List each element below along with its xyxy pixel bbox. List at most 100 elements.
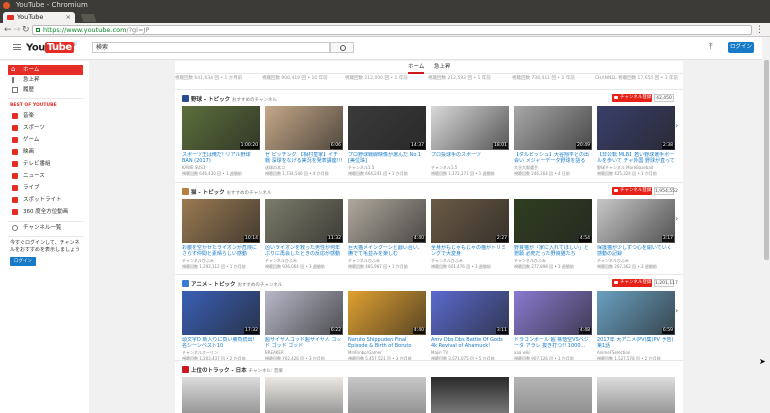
- shelf-title[interactable]: 猫 - トピック おすすめのチャンネル: [182, 188, 271, 196]
- video-thumbnail[interactable]: 3:11: [431, 291, 509, 335]
- video-stats: 視聴回数 1,293,112 回 • 1 か月前: [182, 264, 246, 269]
- video-thumbnail[interactable]: [597, 377, 675, 413]
- video-channel[interactable]: AnimeFSelection: [597, 350, 675, 355]
- subscribe-button[interactable]: チャンネル登録: [612, 279, 652, 287]
- video-thumbnail[interactable]: [265, 377, 343, 413]
- video-title[interactable]: お腹を空かせたライオンが危険にさらす仲間と素晴らしい感動: [182, 245, 260, 257]
- sidebar-item-movies[interactable]: 映画: [8, 147, 83, 157]
- video-channel[interactable]: KAWE SUS3: [182, 165, 260, 170]
- shelf-title[interactable]: 上位のトラック - 日本 チャンネル: 音楽: [182, 366, 283, 374]
- video-title[interactable]: 保護猫が少しずつ心を開いていく感動の記録: [597, 245, 675, 257]
- sidebar-item-live[interactable]: ライブ: [8, 183, 83, 193]
- forward-icon[interactable]: →: [13, 25, 21, 35]
- sidebar-item-news[interactable]: ニュース: [8, 171, 83, 181]
- sidebar-login-button[interactable]: ログイン: [10, 257, 36, 266]
- shelf-subtitle: おすすめのチャンネル: [232, 98, 277, 103]
- shelf-divider: [175, 274, 683, 275]
- video-stats: 視聴回数 212,593 回 • 1 年前: [428, 76, 491, 81]
- video-channel[interactable]: BREAKER: [265, 350, 343, 355]
- video-title[interactable]: ゼ ピッチング 【相村皇家】イチ戦 深球をなげる実況を発表講座!!!: [265, 152, 343, 164]
- video-title[interactable]: ドラゴンボール 超 孫悟空VSベジータ アラレ 抜き打つ!! 1000...: [514, 337, 592, 349]
- video-thumbnail[interactable]: 4:40: [348, 291, 426, 335]
- next-arrow-icon[interactable]: ›: [675, 121, 678, 130]
- video-title[interactable]: Amv Dbs Dbs Battle Of Gods 4k Revival of…: [431, 337, 509, 349]
- close-tab-icon[interactable]: ×: [66, 12, 71, 23]
- scrollbar-thumb[interactable]: [764, 60, 769, 260]
- signin-promo-text: 今すぐログインして、チャンネルをおすすめを表示しましょう: [10, 240, 81, 253]
- upload-icon[interactable]: ⤒: [709, 42, 713, 52]
- video-thumbnail[interactable]: 10:14: [182, 199, 260, 243]
- video-thumbnail[interactable]: [182, 377, 260, 413]
- video-thumbnail[interactable]: 4:54: [514, 199, 592, 243]
- video-title[interactable]: 頭文字D 新入りに負い勝負続出！ 名シーンベスト10: [182, 337, 260, 349]
- video-thumbnail[interactable]: 14:37: [348, 106, 426, 150]
- video-thumbnail[interactable]: [514, 377, 592, 413]
- new-tab-button[interactable]: [80, 14, 97, 22]
- video-title[interactable]: 全身がもじゃもじゃの猫がトリミングで大変身: [431, 245, 509, 257]
- video-thumbnail[interactable]: 1:00:20: [182, 106, 260, 150]
- video-title[interactable]: スポーツ王は俺だ! リアル野球BAN (2017): [182, 152, 260, 164]
- sidebar-item-gaming[interactable]: ゲーム: [8, 135, 83, 145]
- back-icon[interactable]: ←: [4, 25, 12, 35]
- sidebar-item-spotlight[interactable]: スポットライト: [8, 195, 83, 205]
- next-arrow-icon[interactable]: ›: [675, 306, 678, 315]
- video-channel[interactable]: aaa wiki: [514, 350, 592, 355]
- video-thumbnail[interactable]: 6:06: [265, 106, 343, 150]
- video-thumbnail[interactable]: 6:22: [265, 291, 343, 335]
- tab-trending[interactable]: 急上昇: [434, 61, 451, 74]
- video-title[interactable]: 2017年 大アニメ(PV)集(PV 予告) 第1話: [597, 337, 675, 349]
- search-input[interactable]: 検索: [92, 42, 330, 53]
- video-title[interactable]: 【非公転 MLB】若い野球選手ボールを歩いて チャ外国 野球が直っている!: [597, 152, 675, 164]
- sidebar-item-tv[interactable]: テレビ番組: [8, 159, 83, 169]
- gaming-icon: [12, 137, 18, 143]
- sidebar-item-history[interactable]: 履歴: [8, 85, 83, 95]
- video-title[interactable]: 超サイヤ人ゴッド超サイヤ人 ゴッド ゴッド ゴッド: [265, 337, 343, 349]
- video-title[interactable]: 【ダルビッシュ】大谷翔平との出会い メジャーデータ野球を語る: [514, 152, 592, 164]
- sidebar-item-channels[interactable]: チャンネル一覧: [8, 223, 83, 233]
- youtube-logo[interactable]: You Tube JP: [26, 42, 77, 54]
- address-bar[interactable]: https://www.youtube.com/?gl=JP: [32, 25, 752, 35]
- subscribe-button[interactable]: チャンネル登録: [612, 187, 652, 195]
- video-title[interactable]: プロ野球戦線映像が選んだ No.1 [美位珠]: [348, 152, 426, 164]
- video-thumbnail[interactable]: 4:40: [348, 199, 426, 243]
- sidebar-item-home[interactable]: ホーム: [8, 64, 83, 75]
- guide-menu-icon[interactable]: [13, 44, 21, 50]
- add-circle-icon: [12, 225, 18, 231]
- video-title[interactable]: 凶いライオンを救った男性が何年ぶりに再会したときの反応が感動的: [265, 245, 343, 257]
- subscribe-button[interactable]: チャンネル登録: [612, 94, 652, 102]
- video-thumbnail[interactable]: [348, 377, 426, 413]
- video-thumbnail[interactable]: 20:49: [514, 106, 592, 150]
- video-thumbnail[interactable]: 3:17: [597, 199, 675, 243]
- shelf-title[interactable]: アニメ - トピック おすすめのチャンネル: [182, 280, 282, 288]
- video-thumbnail[interactable]: 11:32: [265, 199, 343, 243]
- login-button[interactable]: ログイン: [728, 42, 754, 53]
- video-thumbnail[interactable]: 2:27: [431, 199, 509, 243]
- sidebar-item-music[interactable]: 音楽: [8, 111, 83, 121]
- sidebar-item-sports[interactable]: スポーツ: [8, 123, 83, 133]
- tab-home[interactable]: ホーム: [408, 61, 425, 74]
- browser-menu-icon[interactable]: ⋮: [755, 25, 764, 35]
- shelf-title[interactable]: 野球 - トピック おすすめのチャンネル: [182, 95, 277, 103]
- sidebar-item-360[interactable]: 360 度全方位動画: [8, 207, 83, 217]
- video-channel[interactable]: MrsRinbo!Gamer: [348, 350, 426, 355]
- video-thumbnail[interactable]: 18:01: [431, 106, 509, 150]
- video-thumbnail[interactable]: 2:38: [597, 106, 675, 150]
- video-title[interactable]: プロ投球手のスポーツ: [431, 152, 509, 164]
- reload-icon[interactable]: ↻: [22, 25, 30, 35]
- subscriber-count: 42,450: [654, 94, 674, 102]
- video-thumbnail[interactable]: [431, 377, 509, 413]
- best-of-youtube-heading: BEST OF YOUTUBE: [10, 103, 57, 108]
- video-thumbnail[interactable]: 4:48: [514, 291, 592, 335]
- browser-tab[interactable]: YouTube ×: [3, 12, 75, 23]
- video-stats: 視聴回数 485,967 回 • 1 か月前: [348, 264, 408, 269]
- next-arrow-icon[interactable]: ›: [675, 214, 678, 223]
- video-channel[interactable]: Majin TV: [431, 350, 509, 355]
- close-window-icon[interactable]: [3, 2, 10, 9]
- video-thumbnail[interactable]: 17:32: [182, 291, 260, 335]
- video-title[interactable]: 巨大猫メインクーンと戯い合い、撫でて毛並みを楽しむ: [348, 245, 426, 257]
- video-title[interactable]: 野良猫が「家に入れてほしい」と懇願 必死だった野良猫たち: [514, 245, 592, 257]
- sidebar-item-trending[interactable]: 急上昇: [8, 75, 83, 85]
- video-title[interactable]: Naruto Shippuden Final Episode & Birth o…: [348, 337, 426, 349]
- search-button[interactable]: [330, 42, 354, 53]
- video-thumbnail[interactable]: 6:59: [597, 291, 675, 335]
